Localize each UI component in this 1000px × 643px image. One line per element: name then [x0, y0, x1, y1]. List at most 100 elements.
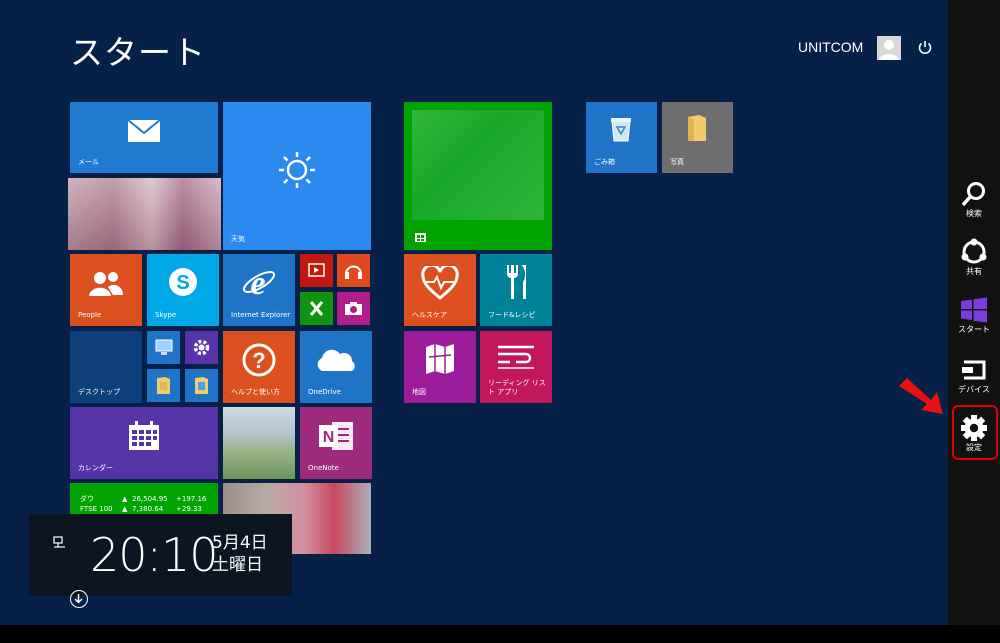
finance-name: ダウ [80, 495, 94, 503]
tile-label: ヘルスケア [412, 311, 447, 319]
tile-games[interactable] [300, 292, 333, 325]
tile-desktop[interactable]: デスクトップ [70, 331, 142, 403]
map-icon [426, 344, 454, 374]
finance-name: FTSE 100 [80, 505, 113, 513]
clock-date-block: 5月4日 土曜日 [212, 532, 268, 576]
folder-icon [157, 377, 170, 394]
onenote-icon: N [319, 422, 353, 450]
tile-music[interactable] [337, 254, 370, 287]
tile-video[interactable] [300, 254, 333, 287]
tile-label: 地図 [412, 388, 426, 396]
tile-camera[interactable] [337, 292, 370, 325]
tile-label: メール [78, 158, 99, 166]
tile-maps[interactable]: 地図 [404, 331, 476, 403]
charm-search[interactable]: 検索 [948, 176, 1000, 232]
internet-explorer-icon: e [242, 265, 276, 300]
tile-internet-explorer[interactable]: e Internet Explorer [223, 254, 295, 326]
cloud-icon [317, 349, 355, 371]
store-icon [415, 233, 426, 242]
clock-overlay: 20:10 5月4日 土曜日 [29, 514, 292, 596]
gear-icon [193, 339, 210, 356]
devices-icon [962, 360, 986, 380]
tile-label: OneNote [308, 464, 339, 472]
tile-folder-documents[interactable] [147, 369, 180, 402]
tile-calendar[interactable]: カレンダー [70, 407, 218, 479]
reading-list-icon [498, 345, 534, 369]
finance-direction-icon: ▲ [122, 505, 128, 513]
tile-finance[interactable]: ダウ ▲ 26,504.95 +197.16 FTSE 100 ▲ 7,380.… [70, 483, 218, 516]
sun-icon [279, 152, 315, 188]
settings-highlight-frame [952, 405, 998, 460]
search-icon [961, 182, 985, 207]
tile-settings-small[interactable] [185, 331, 218, 364]
video-icon [308, 263, 325, 277]
tile-label: Skype [155, 311, 177, 319]
tile-label: Internet Explorer [231, 311, 291, 319]
tile-photo-landscape[interactable] [223, 407, 295, 479]
clock-date: 5月4日 [212, 533, 268, 553]
tile-photo-news[interactable] [68, 178, 221, 250]
tile-food[interactable]: フード&レシピ [480, 254, 552, 326]
all-apps-arrow-icon[interactable] [70, 590, 88, 608]
tile-label: 天気 [231, 235, 245, 243]
tile-label: OneDrive [308, 388, 341, 396]
charm-label: 検索 [966, 209, 982, 218]
power-icon[interactable] [917, 38, 933, 56]
tile-label: ヘルプと使い方 [231, 388, 280, 396]
tile-label: カレンダー [78, 464, 113, 472]
charm-start[interactable]: スタート [948, 292, 1000, 348]
tile-health[interactable]: ヘルスケア [404, 254, 476, 326]
folder-icon [195, 377, 208, 394]
tile-label: フード&レシピ [488, 311, 536, 319]
bottom-strip [0, 625, 1000, 643]
finance-change: +197.16 [176, 495, 207, 503]
tile-folder-files[interactable] [185, 369, 218, 402]
tile-label: People [78, 311, 102, 319]
tile-onenote[interactable]: N OneNote [300, 407, 372, 479]
folder-icon [688, 115, 706, 141]
tile-recycle-bin[interactable]: ごみ箱 [586, 102, 657, 173]
user-avatar-icon[interactable] [877, 36, 901, 60]
blurred-image [412, 110, 544, 220]
start-screen: スタート UNITCOM メール 天気 People S Skype e Int… [0, 0, 948, 625]
heart-icon [421, 266, 459, 300]
charm-label: デバイス [958, 385, 990, 394]
charm-label: スタート [958, 325, 990, 334]
people-icon [89, 272, 123, 296]
windows-logo-icon [961, 297, 987, 323]
help-icon: ? [242, 343, 276, 377]
tile-onedrive[interactable]: OneDrive [300, 331, 372, 403]
tile-label: デスクトップ [78, 388, 120, 396]
finance-change: +29.33 [176, 505, 202, 513]
page-title: スタート [70, 33, 206, 72]
tile-skype[interactable]: S Skype [147, 254, 219, 326]
tile-people[interactable]: People [70, 254, 142, 326]
computer-icon [155, 339, 173, 355]
fork-knife-icon [507, 265, 526, 299]
tile-label: 写真 [670, 158, 684, 166]
blurred-image [223, 407, 295, 479]
tile-photos[interactable]: 写真 [662, 102, 733, 173]
headphones-icon [345, 265, 362, 279]
charm-label: 共有 [966, 267, 982, 276]
charm-bar: 検索 共有 スタート デバイス 設定 [948, 0, 1000, 625]
network-icon [53, 536, 65, 548]
tile-help[interactable]: ? ヘルプと使い方 [223, 331, 295, 403]
tile-this-pc[interactable] [147, 331, 180, 364]
svg-text:N: N [323, 429, 335, 446]
tile-weather[interactable]: 天気 [223, 102, 371, 250]
clock-time: 20:10 [90, 528, 219, 582]
finance-value: 26,504.95 [132, 495, 168, 503]
finance-direction-icon: ▲ [122, 495, 128, 503]
user-name[interactable]: UNITCOM [798, 39, 863, 55]
mail-icon [127, 119, 161, 142]
tile-mail[interactable]: メール [70, 102, 218, 173]
tile-reading-list[interactable]: リーディング リスト アプリ [480, 331, 552, 403]
charm-devices[interactable]: デバイス [948, 352, 1000, 408]
clock-day: 土曜日 [212, 555, 263, 575]
tile-label: リーディング リスト アプリ [488, 379, 546, 396]
charm-share[interactable]: 共有 [948, 234, 1000, 290]
recycle-bin-icon [611, 118, 631, 142]
camera-icon [345, 302, 362, 315]
tile-store[interactable] [404, 102, 552, 250]
